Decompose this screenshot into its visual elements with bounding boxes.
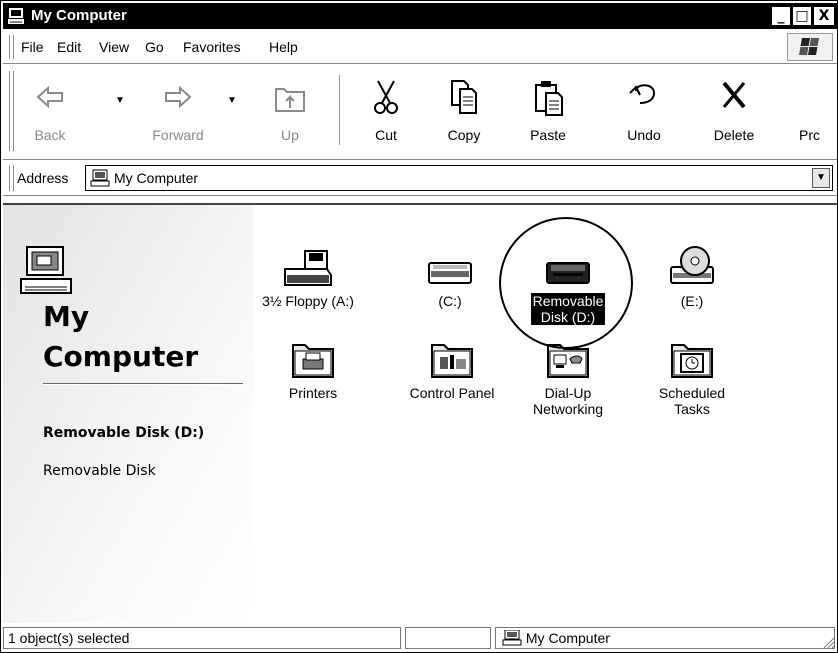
scheduled-tasks-label: Scheduled Tasks [658,385,726,417]
copy-button[interactable]: Copy [429,73,499,149]
address-bar: Address My Computer ▼ [3,161,837,196]
address-dropdown-button[interactable]: ▼ [812,168,830,188]
webview-panel: My Computer Removable Disk (D:) Removabl… [3,205,253,623]
properties-label: Prc [799,127,820,143]
window-title: My Computer [31,7,127,24]
scheduled-tasks-folder-icon [671,344,713,378]
maximize-button[interactable]: □ [792,6,812,26]
folder-content: My Computer Removable Disk (D:) Removabl… [3,203,837,623]
toolbar-separator [339,75,343,145]
menu-favorites[interactable]: Favorites [183,39,241,55]
status-location: My Computer [495,627,835,649]
cut-label: Cut [375,127,397,143]
undo-icon [629,84,656,104]
menu-edit[interactable]: Edit [57,39,81,55]
standard-toolbar: Back ▼ Forward ▼ Up Cut Copy Paste Undo … [3,65,837,160]
drive-e-label: (E:) [680,293,704,309]
back-button[interactable]: Back [15,73,85,149]
up-label: Up [281,127,299,143]
status-blank-panel [405,627,491,649]
folder-scheduled-tasks[interactable]: Scheduled Tasks [637,339,747,417]
title-bar[interactable]: My Computer _ □ X [3,3,837,29]
scissors-icon [374,80,398,114]
paste-label: Paste [530,127,566,143]
back-dropdown-arrow[interactable]: ▼ [115,95,125,106]
floppy-drive-icon [284,250,332,286]
menu-help[interactable]: Help [269,39,298,55]
drive-cd-e[interactable]: (E:) [637,245,747,309]
folder-dialup-networking[interactable]: Dial-Up Networking [513,339,623,417]
delete-button[interactable]: Delete [699,73,769,149]
address-field[interactable]: My Computer ▼ [85,165,833,191]
address-label: Address [17,170,69,186]
windows-logo-icon [787,33,833,61]
selected-item-type: Removable Disk [43,463,156,479]
properties-button[interactable]: Prc [789,73,837,149]
forward-arrow-icon [165,85,192,109]
status-selection: 1 object(s) selected [3,627,401,649]
copy-icon [451,80,477,114]
delete-label: Delete [713,127,755,143]
control-panel-folder-icon [431,344,473,378]
drive-a-label: 3½ Floppy (A:) [262,293,354,309]
menu-view[interactable]: View [99,39,129,55]
menu-bar: File Edit View Go Favorites Help [3,31,837,64]
computer-icon [502,629,522,646]
menu-go[interactable]: Go [145,39,164,55]
undo-label: Undo [627,127,661,143]
address-grip[interactable] [9,165,14,191]
dialup-networking-label: Dial-Up Networking [532,385,604,417]
paste-button[interactable]: Paste [513,73,583,149]
minimize-button[interactable]: _ [771,6,791,26]
computer-icon [8,8,24,24]
explorer-window: My Computer _ □ X File Edit View Go Favo… [0,0,838,653]
menu-grip[interactable] [9,35,14,59]
my-computer-large-icon [20,246,72,294]
folder-printers[interactable]: Printers [258,339,368,401]
drive-floppy-a[interactable]: 3½ Floppy (A:) [253,249,363,309]
forward-button[interactable]: Forward [143,73,213,149]
printers-folder-icon [292,344,334,378]
paste-icon [535,81,563,116]
drive-c-label: (C:) [438,293,462,309]
back-label: Back [34,127,66,143]
back-arrow-icon [36,85,63,109]
control-panel-label: Control Panel [409,385,495,401]
highlight-circle [499,217,633,349]
selected-item-name: Removable Disk (D:) [43,425,205,441]
webview-title-line2: Computer [43,340,199,373]
printers-label: Printers [288,385,338,401]
forward-dropdown-arrow[interactable]: ▼ [227,95,237,106]
status-bar: 1 object(s) selected My Computer [3,625,837,651]
forward-label: Forward [152,127,204,143]
webview-title: My Computer [43,299,198,375]
up-button[interactable]: Up [255,73,325,149]
close-button[interactable]: X [813,6,835,26]
status-location-text: My Computer [525,630,610,646]
menu-file[interactable]: File [21,39,44,55]
undo-button[interactable]: Undo [609,73,679,149]
hard-drive-icon [428,262,472,284]
cd-drive-icon [670,246,714,284]
copy-label: Copy [447,127,481,143]
folder-control-panel[interactable]: Control Panel [397,339,507,401]
drive-c[interactable]: (C:) [395,249,505,309]
computer-icon [90,169,110,187]
up-folder-icon [275,88,305,112]
webview-title-line1: My [43,300,90,333]
webview-divider [43,383,243,385]
toolbar-grip[interactable] [9,71,14,151]
cut-button[interactable]: Cut [351,73,421,149]
delete-x-icon [722,81,746,109]
address-value: My Computer [114,170,199,186]
resize-grip-icon[interactable] [821,635,835,649]
